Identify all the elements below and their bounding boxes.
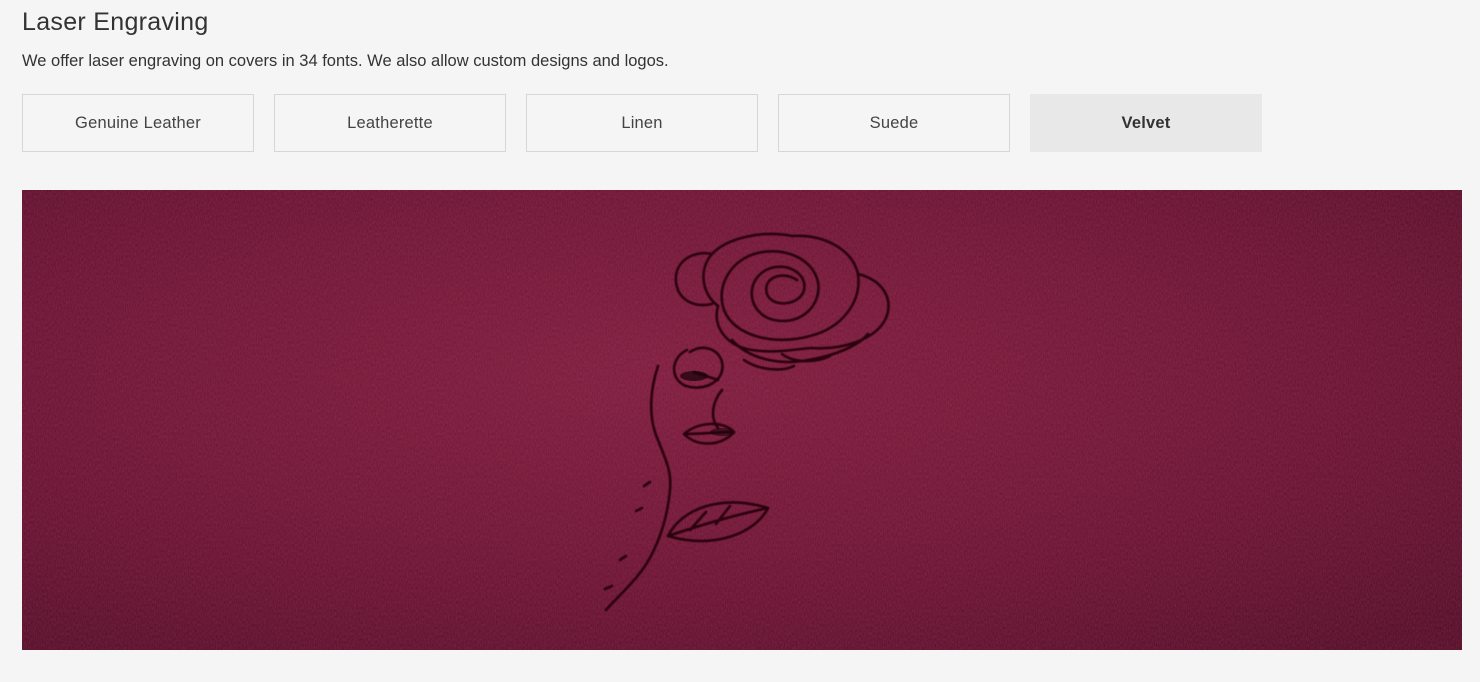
tab-leatherette[interactable]: Leatherette (274, 94, 506, 152)
tab-velvet[interactable]: Velvet (1030, 94, 1262, 152)
tab-linen[interactable]: Linen (526, 94, 758, 152)
section-description: We offer laser engraving on covers in 34… (22, 52, 669, 70)
engraving-preview-image (22, 190, 1462, 650)
tab-genuine-leather[interactable]: Genuine Leather (22, 94, 254, 152)
page-title: Laser Engraving (22, 8, 209, 36)
material-tabs: Genuine Leather Leatherette Linen Suede … (22, 94, 1262, 152)
tab-suede[interactable]: Suede (778, 94, 1010, 152)
